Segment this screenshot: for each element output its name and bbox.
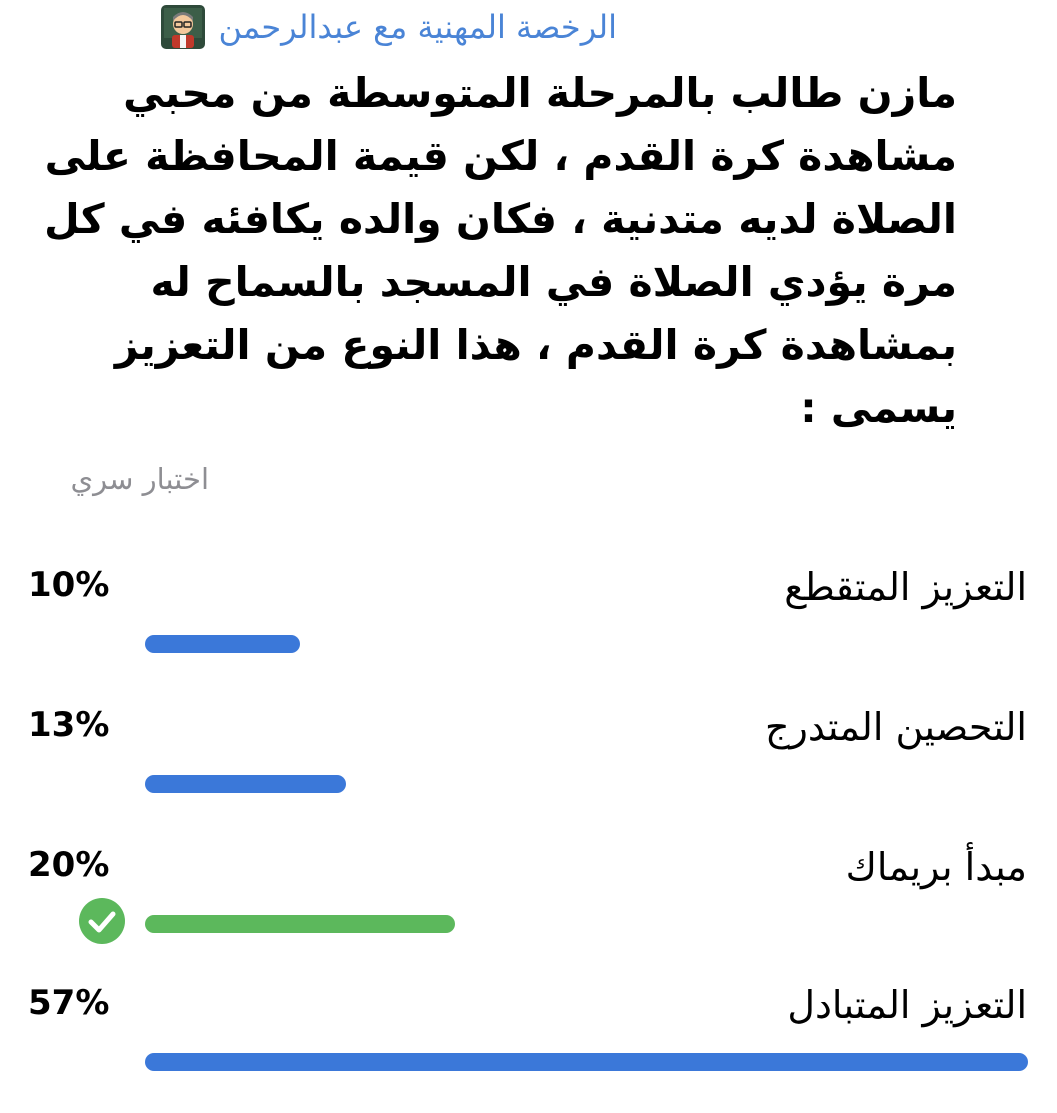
option-percent: 13% xyxy=(28,705,110,745)
option-result-bar xyxy=(145,775,346,793)
poll-option-1[interactable]: 10% التعزيز المتقطع xyxy=(0,565,1057,695)
poll-option-3[interactable]: 20% مبدأ بريماك xyxy=(0,845,1057,975)
option-result-bar xyxy=(145,1053,1028,1071)
option-label: مبدأ بريماك xyxy=(845,845,1027,889)
option-label: التعزيز المتبادل xyxy=(787,983,1027,1027)
option-result-bar xyxy=(145,915,455,933)
option-percent: 10% xyxy=(28,565,110,605)
option-label: التعزيز المتقطع xyxy=(784,565,1027,609)
check-circle-icon xyxy=(78,897,126,945)
poll-option-4[interactable]: 57% التعزيز المتبادل xyxy=(0,983,1057,1113)
author-row: الرخصة المهنية مع عبدالرحمن xyxy=(160,0,617,54)
option-result-bar xyxy=(145,635,300,653)
poll-type-label: اختبار سري xyxy=(70,462,209,496)
option-percent: 20% xyxy=(28,845,110,885)
poll-question: مازن طالب بالمرحلة المتوسطة من محبي مشاه… xyxy=(44,69,957,432)
author-name[interactable]: الرخصة المهنية مع عبدالرحمن xyxy=(218,8,617,46)
option-label: التحصين المتدرج xyxy=(765,705,1027,749)
option-percent: 57% xyxy=(28,983,110,1023)
teacher-emoji-icon xyxy=(160,4,206,50)
poll-message: الرخصة المهنية مع عبدالرحمن مازن طالب با… xyxy=(0,0,1057,1096)
poll-option-2[interactable]: 13% التحصين المتدرج xyxy=(0,705,1057,835)
